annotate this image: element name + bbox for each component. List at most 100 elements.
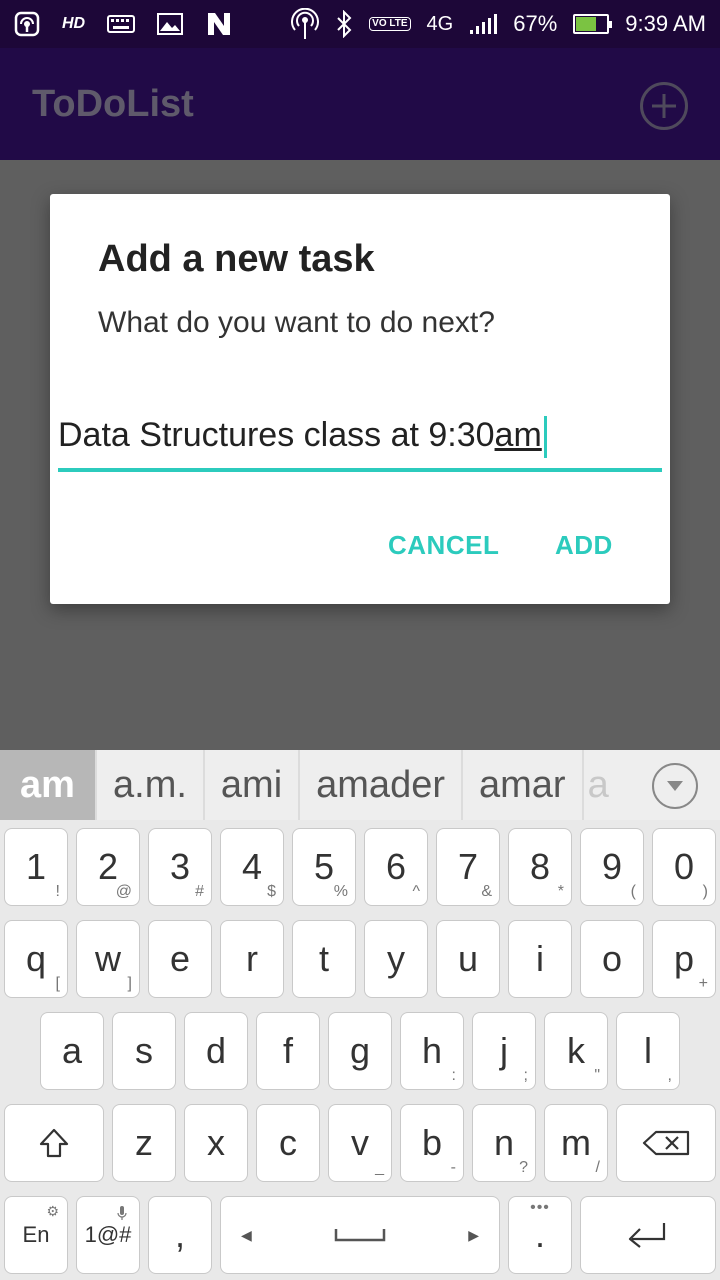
key-c[interactable]: c [256, 1104, 320, 1182]
key-1[interactable]: 1! [4, 828, 68, 906]
key-label: 8 [529, 846, 551, 887]
key-label: j [500, 1030, 508, 1071]
keyboard-icon [107, 15, 136, 33]
text-cursor [543, 416, 547, 458]
key-6[interactable]: 6 ^ [364, 828, 428, 906]
key-secondary-label: & [481, 883, 492, 900]
suggestion-item[interactable]: amader [300, 750, 463, 820]
key-u[interactable]: u [436, 920, 500, 998]
wireless-icon [291, 8, 320, 40]
dialog-message: What do you want to do next? [98, 306, 495, 339]
key-t[interactable]: t [292, 920, 356, 998]
clock: 9:39 AM [625, 11, 706, 36]
period-key[interactable]: . ••• [508, 1196, 572, 1274]
key-8[interactable]: 8 * [508, 828, 572, 906]
key-secondary-label: @ [115, 883, 132, 900]
key-7[interactable]: 7 & [436, 828, 500, 906]
key-a[interactable]: a [40, 1012, 104, 1090]
key-secondary-label: ? [519, 1159, 528, 1176]
key-label: k [567, 1030, 585, 1071]
key-label: 9 [601, 846, 623, 887]
suggestion-item[interactable]: am [0, 750, 97, 820]
network-type: 4G [426, 12, 454, 35]
key-label: i [536, 938, 544, 979]
key-label: o [601, 938, 623, 979]
suggestion-item[interactable]: amar [463, 750, 584, 820]
key-secondary-label: ; [523, 1067, 528, 1084]
key-secondary-label: ! [55, 883, 60, 900]
space-key[interactable]: ◀ ▶ [220, 1196, 500, 1274]
key-f[interactable]: f [256, 1012, 320, 1090]
key-h[interactable]: h: [400, 1012, 464, 1090]
key-i[interactable]: i [508, 920, 572, 998]
key-j[interactable]: j; [472, 1012, 536, 1090]
key-label: p [673, 938, 695, 979]
app-title: ToDoList [32, 83, 194, 125]
settings-icon: ⚙ [46, 1203, 59, 1219]
key-v[interactable]: v _ [328, 1104, 392, 1182]
comma-key-label: , [174, 1214, 185, 1255]
input-typed-text: Data Structures class at 9:30 [58, 416, 495, 454]
key-s[interactable]: s [112, 1012, 176, 1090]
soft-keyboard: am a.m. ami amader amar a 1! 2 @3 #4 $5% 6 ^ 7 & 8 * 9(0… [0, 750, 720, 1280]
key-x[interactable]: x [184, 1104, 248, 1182]
collapse-suggestions-icon[interactable] [652, 763, 698, 809]
shift-key[interactable] [4, 1104, 104, 1182]
key-l[interactable]: l, [616, 1012, 680, 1090]
key-secondary-label: - [450, 1159, 456, 1176]
key-p[interactable]: p + [652, 920, 716, 998]
key-e[interactable]: e [148, 920, 212, 998]
key-secondary-label: * [557, 883, 564, 900]
key-2[interactable]: 2 @ [76, 828, 140, 906]
cancel-button[interactable]: CANCEL [388, 530, 499, 561]
key-secondary-label: [ [55, 975, 60, 992]
key-5[interactable]: 5% [292, 828, 356, 906]
suggestion-item[interactable]: ami [205, 750, 301, 820]
comma-key[interactable]: , [148, 1196, 212, 1274]
key-d[interactable]: d [184, 1012, 248, 1090]
key-r[interactable]: r [220, 920, 284, 998]
key-label: l [644, 1030, 652, 1071]
key-w[interactable]: w] [76, 920, 140, 998]
add-task-dialog: Add a new task What do you want to do ne… [50, 194, 670, 604]
backspace-key[interactable] [616, 1104, 716, 1182]
app-bar: ToDoList [0, 48, 720, 160]
key-secondary-label: / [595, 1159, 600, 1176]
key-label: t [318, 938, 329, 979]
key-3[interactable]: 3 # [148, 828, 212, 906]
key-label: c [279, 1122, 297, 1163]
enter-key[interactable] [580, 1196, 716, 1274]
key-g[interactable]: g [328, 1012, 392, 1090]
key-secondary-label: % [333, 883, 348, 900]
key-n[interactable]: n? [472, 1104, 536, 1182]
key-y[interactable]: y [364, 920, 428, 998]
key-label: 7 [457, 846, 479, 887]
key-secondary-label: ^ [412, 883, 420, 900]
key-secondary-label: _ [375, 1159, 384, 1176]
n-logo-icon [205, 10, 233, 38]
key-label: b [421, 1122, 443, 1163]
key-m[interactable]: m / [544, 1104, 608, 1182]
key-label: 0 [673, 846, 695, 887]
task-input[interactable]: Data Structures class at 9:30 am [58, 416, 662, 472]
key-label: n [493, 1122, 515, 1163]
symbols-key[interactable]: 1@# [76, 1196, 140, 1274]
key-z[interactable]: z [112, 1104, 176, 1182]
suggestion-item[interactable]: a [584, 750, 614, 820]
key-k[interactable]: k " [544, 1012, 608, 1090]
key-b[interactable]: b- [400, 1104, 464, 1182]
key-9[interactable]: 9( [580, 828, 644, 906]
key-q[interactable]: q[ [4, 920, 68, 998]
key-4[interactable]: 4 $ [220, 828, 284, 906]
key-o[interactable]: o [580, 920, 644, 998]
add-task-icon[interactable] [640, 82, 688, 130]
suggestion-item[interactable]: a.m. [97, 750, 205, 820]
language-key-label: En [22, 1222, 50, 1247]
language-key[interactable]: En ⚙ [4, 1196, 68, 1274]
key-secondary-label: : [451, 1067, 456, 1084]
key-label: 2 [97, 846, 119, 887]
key-label: z [135, 1122, 153, 1163]
add-button[interactable]: ADD [555, 530, 613, 561]
key-0[interactable]: 0) [652, 828, 716, 906]
battery-percent: 67% [513, 11, 558, 36]
